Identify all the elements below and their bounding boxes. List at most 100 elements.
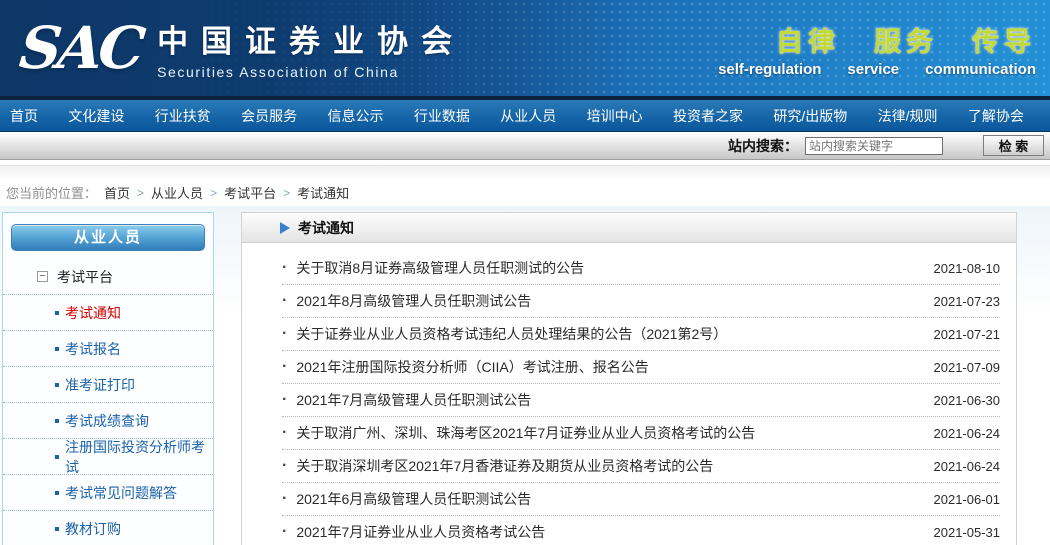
nav-item[interactable]: 法律/规则: [878, 106, 938, 126]
bullet-icon: [282, 292, 287, 310]
bullet-icon: [282, 457, 287, 475]
search-button[interactable]: 检 索: [983, 135, 1044, 156]
bullet-icon: [282, 391, 287, 409]
bullet-icon: [55, 419, 59, 423]
arrow-right-icon: [280, 222, 290, 234]
search-input[interactable]: [805, 137, 943, 155]
nav-item[interactable]: 研究/出版物: [773, 106, 847, 126]
sidebar-item-link[interactable]: 考试报名: [65, 339, 121, 359]
bullet-icon: [55, 527, 59, 531]
announcement-link[interactable]: 关于取消广州、深圳、珠海考区2021年7月证券业从业人员资格考试的公告: [296, 423, 933, 443]
announcement-date: 2021-07-21: [934, 327, 1001, 342]
announcement-link[interactable]: 2021年8月高级管理人员任职测试公告: [296, 291, 933, 311]
bullet-icon: [282, 358, 287, 376]
sidebar-item[interactable]: 考试通知: [3, 295, 213, 331]
site-names: 中国证券业协会 Securities Association of China: [157, 16, 465, 80]
sidebar-item[interactable]: 考试报名: [3, 331, 213, 367]
breadcrumb-link[interactable]: 考试通知: [297, 183, 349, 202]
minus-box-icon: [37, 271, 48, 282]
breadcrumb-link[interactable]: 首页: [104, 183, 130, 202]
nav-item[interactable]: 信息公示: [328, 106, 384, 126]
announcement-date: 2021-07-23: [934, 294, 1001, 309]
announcement-link[interactable]: 2021年6月高级管理人员任职测试公告: [296, 489, 933, 509]
search-bar: 站内搜索： 检 索: [0, 132, 1050, 160]
sidebar: 从业人员 考试平台 考试通知 考试报名 准考证打印 考试成绩查询 注册国际投资分…: [2, 212, 214, 545]
sidebar-item[interactable]: 注册国际投资分析师考试: [3, 439, 213, 475]
announcement-date: 2021-06-24: [934, 459, 1001, 474]
announcement-date: 2021-08-10: [934, 261, 1001, 276]
bullet-icon: [55, 311, 59, 315]
sidebar-item[interactable]: 考试成绩查询: [3, 403, 213, 439]
sac-logo[interactable]: SAC: [17, 19, 160, 77]
bullet-icon: [282, 424, 287, 442]
sidebar-item[interactable]: 教材订购: [3, 511, 213, 545]
breadcrumb-separator-icon: >: [210, 186, 217, 200]
nav-item[interactable]: 首页: [10, 106, 38, 126]
breadcrumb-separator-icon: >: [137, 186, 144, 200]
sidebar-item-link[interactable]: 考试通知: [65, 303, 121, 323]
search-label: 站内搜索：: [728, 136, 798, 156]
breadcrumb-separator-icon: >: [283, 186, 290, 200]
announcement-row: 关于证券业从业人员资格考试违纪人员处理结果的公告（2021第2号） 2021-0…: [282, 318, 1000, 351]
main-nav: 首页 文化建设 行业扶贫 会员服务 信息公示 行业数据 从业人员 培训中心 投资者之家 研究/出版…: [0, 96, 1050, 132]
content: 从业人员 考试平台 考试通知 考试报名 准考证打印 考试成绩查询 注册国际投资分…: [0, 206, 1050, 545]
nav-item[interactable]: 行业数据: [414, 106, 470, 126]
bullet-icon: [55, 491, 59, 495]
nav-item[interactable]: 文化建设: [68, 106, 124, 126]
announcement-row: 2021年6月高级管理人员任职测试公告 2021-06-01: [282, 483, 1000, 516]
bullet-icon: [55, 455, 59, 459]
sidebar-item-link[interactable]: 注册国际投资分析师考试: [65, 437, 213, 477]
sidebar-item[interactable]: 考试常见问题解答: [3, 475, 213, 511]
slogan-en-row: self-regulationservicecommunication: [692, 61, 1036, 79]
announcement-link[interactable]: 2021年7月证券业从业人员资格考试公告: [296, 522, 933, 542]
divider-band: [0, 165, 1050, 179]
announcement-row: 2021年7月证券业从业人员资格考试公告 2021-05-31: [282, 516, 1000, 545]
panel-title-bar: 考试通知: [242, 213, 1016, 243]
page: SAC 中国证券业协会 Securities Association of Ch…: [0, 0, 1050, 545]
main-panel: 考试通知 关于取消8月证券高级管理人员任职测试的公告 2021-08-10 20…: [241, 212, 1017, 545]
page-title: 考试通知: [298, 218, 354, 238]
announcement-date: 2021-07-09: [934, 360, 1001, 375]
announcement-row: 2021年注册国际投资分析师（CIIA）考试注册、报名公告 2021-07-09: [282, 351, 1000, 384]
announcement-link[interactable]: 2021年7月高级管理人员任职测试公告: [296, 390, 933, 410]
nav-item[interactable]: 投资者之家: [673, 106, 743, 126]
bullet-icon: [282, 259, 287, 277]
breadcrumb: 您当前的位置： 首页 > 从业人员 > 考试平台 > 考试通知: [0, 179, 1050, 206]
bullet-icon: [282, 490, 287, 508]
slogan-word: communication: [925, 61, 1036, 78]
sidebar-item-link[interactable]: 考试成绩查询: [65, 411, 149, 431]
nav-item[interactable]: 行业扶贫: [155, 106, 211, 126]
sidebar-section-label: 考试平台: [57, 267, 113, 287]
sidebar-item[interactable]: 准考证打印: [3, 367, 213, 403]
slogan-word: service: [847, 61, 899, 78]
announcement-row: 关于取消8月证券高级管理人员任职测试的公告 2021-08-10: [282, 252, 1000, 285]
sidebar-item-link[interactable]: 教材订购: [65, 519, 121, 539]
sidebar-item-link[interactable]: 准考证打印: [65, 375, 135, 395]
nav-item[interactable]: 从业人员: [500, 106, 556, 126]
sidebar-section[interactable]: 考试平台: [3, 259, 213, 295]
bullet-icon: [55, 347, 59, 351]
nav-item[interactable]: 了解协会: [968, 106, 1024, 126]
bullet-icon: [282, 523, 287, 541]
breadcrumb-link[interactable]: 从业人员: [151, 183, 203, 202]
nav-item[interactable]: 会员服务: [241, 106, 297, 126]
site-name-zh: 中国证券业协会: [157, 16, 465, 61]
announcement-date: 2021-05-31: [934, 525, 1001, 540]
breadcrumb-prefix: 您当前的位置：: [6, 183, 97, 202]
slogan: 自律服务传导 self-regulationservicecommunicati…: [692, 18, 1050, 79]
nav-item[interactable]: 培训中心: [587, 106, 643, 126]
sidebar-item-link[interactable]: 考试常见问题解答: [65, 483, 177, 503]
announcement-list: 关于取消8月证券高级管理人员任职测试的公告 2021-08-10 2021年8月…: [282, 252, 1000, 545]
bullet-icon: [282, 325, 287, 343]
sidebar-title[interactable]: 从业人员: [11, 224, 205, 251]
site-name-en: Securities Association of China: [157, 64, 465, 80]
announcement-link[interactable]: 关于取消8月证券高级管理人员任职测试的公告: [296, 258, 933, 278]
announcement-link[interactable]: 关于取消深圳考区2021年7月香港证券及期货从业员资格考试的公告: [296, 456, 933, 476]
slogan-word: 传导: [972, 20, 1036, 59]
announcement-link[interactable]: 关于证券业从业人员资格考试违纪人员处理结果的公告（2021第2号）: [296, 324, 933, 344]
slogan-word: 服务: [874, 20, 938, 59]
announcement-date: 2021-06-30: [934, 393, 1001, 408]
breadcrumb-link[interactable]: 考试平台: [224, 183, 276, 202]
announcement-link[interactable]: 2021年注册国际投资分析师（CIIA）考试注册、报名公告: [296, 357, 933, 377]
sidebar-menu: 考试平台 考试通知 考试报名 准考证打印 考试成绩查询 注册国际投资分析师考试 …: [3, 259, 213, 545]
